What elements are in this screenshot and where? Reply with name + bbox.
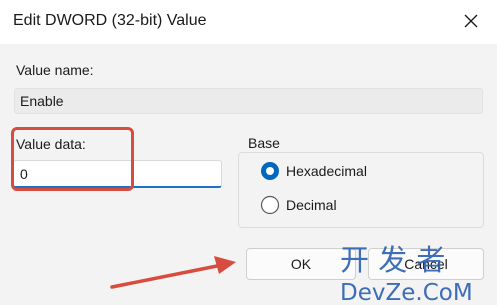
radio-selected-icon — [261, 162, 279, 180]
svg-text:DevZe.CoM: DevZe.CoM — [340, 280, 473, 305]
value-name-label: Value name: — [16, 62, 94, 78]
ok-button[interactable]: OK — [246, 248, 356, 280]
radio-hexadecimal-label: Hexadecimal — [286, 163, 367, 179]
edit-dword-dialog: Edit DWORD (32-bit) Value Value name: En… — [0, 0, 497, 305]
window-title: Edit DWORD (32-bit) Value — [13, 12, 207, 29]
value-data-label: Value data: — [16, 136, 86, 152]
base-group-label: Base — [246, 135, 282, 151]
close-button[interactable] — [454, 6, 488, 36]
radio-hexadecimal[interactable]: Hexadecimal — [260, 161, 367, 181]
value-name-field: Enable — [14, 88, 483, 114]
cancel-button[interactable]: Cancel — [368, 248, 484, 280]
radio-unselected-icon — [260, 195, 280, 215]
value-data-input[interactable] — [13, 160, 222, 188]
radio-decimal-label: Decimal — [286, 197, 337, 213]
title-bar: Edit DWORD (32-bit) Value — [0, 0, 497, 44]
radio-decimal[interactable]: Decimal — [260, 195, 337, 215]
close-icon — [464, 14, 478, 28]
